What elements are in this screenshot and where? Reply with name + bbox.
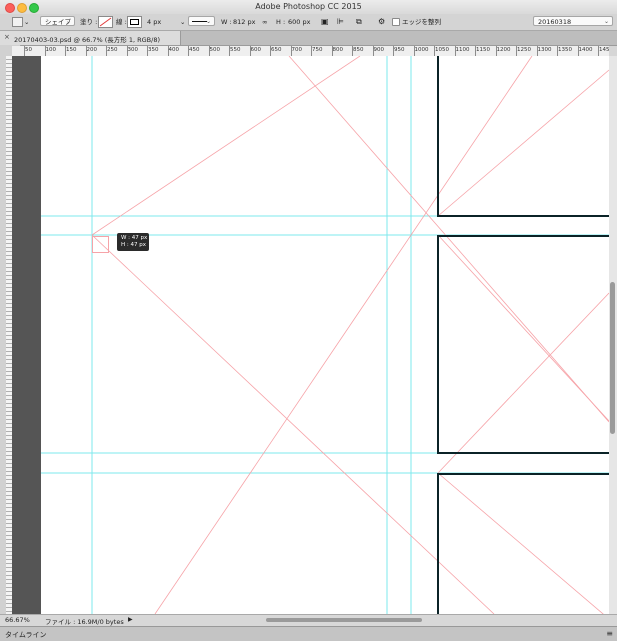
ruler-label: 1000 xyxy=(414,47,429,53)
ruler-label: 1100 xyxy=(455,47,470,53)
tool-preset-chevron-icon[interactable]: ⌄ xyxy=(24,17,29,27)
stroke-label: 線 : xyxy=(116,18,127,26)
preset-select[interactable]: 20160318 ⌄ xyxy=(533,16,613,26)
path-operations-icon[interactable]: ▣ xyxy=(321,17,329,27)
no-fill-icon xyxy=(99,17,112,27)
timeline-tab[interactable]: タイムライン xyxy=(5,630,47,640)
stroke-swatch[interactable] xyxy=(127,16,142,28)
title-bar: Adobe Photoshop CC 2015 xyxy=(0,0,617,15)
ruler-label: 950 xyxy=(394,47,405,53)
frame-rectangle[interactable] xyxy=(437,56,609,217)
horizontal-scroll-thumb[interactable] xyxy=(266,618,422,622)
ruler-label: 850 xyxy=(353,47,364,53)
path-alignment-icon[interactable]: ⊫ xyxy=(337,17,344,27)
ruler-label: 700 xyxy=(291,47,303,53)
diagonal-line xyxy=(437,234,609,422)
pasteboard xyxy=(12,56,41,614)
window-title: Adobe Photoshop CC 2015 xyxy=(255,2,362,11)
timeline-panel: タイムライン ≡ xyxy=(0,626,617,641)
fill-swatch[interactable] xyxy=(98,16,113,28)
ruler-label: 100 xyxy=(45,47,57,53)
ruler-label: 400 xyxy=(168,47,180,53)
width-label: W : xyxy=(221,18,232,26)
fill-label: 塗り : xyxy=(80,18,98,26)
frame-rectangle[interactable] xyxy=(437,235,609,454)
vertical-scrollbar[interactable] xyxy=(609,56,617,614)
align-edges-label: エッジを整列 xyxy=(402,18,441,26)
ruler-label: 800 xyxy=(332,47,344,53)
tooltip-height: H : 47 px xyxy=(121,242,146,248)
chevron-down-icon: ⌄ xyxy=(205,18,211,25)
artwork xyxy=(41,56,609,614)
ruler-label: 300 xyxy=(127,47,139,53)
chevron-down-icon: ⌄ xyxy=(603,18,609,25)
ruler-label: 350 xyxy=(148,47,159,53)
document-tab-bar: × 20170403-03.psd @ 66.7% (長方形 1, RGB/8) xyxy=(0,31,617,46)
ruler-label: 1050 xyxy=(435,47,449,53)
tooltip-width: W : 47 px xyxy=(121,235,148,241)
stroke-width-value[interactable]: 4 px xyxy=(147,17,161,27)
new-rectangle-shape[interactable] xyxy=(92,236,109,253)
ruler-label: 1250 xyxy=(517,47,531,53)
stroke-type-select[interactable]: ⌄ xyxy=(188,16,215,26)
diagonal-line xyxy=(154,56,533,614)
document-tab[interactable]: × 20170403-03.psd @ 66.7% (長方形 1, RGB/8) xyxy=(0,31,181,45)
close-tab-icon[interactable]: × xyxy=(4,33,10,41)
ruler-label: 250 xyxy=(107,47,118,53)
solid-line-icon xyxy=(192,21,207,22)
width-field[interactable]: 812 px xyxy=(233,17,255,27)
stroke-color-icon xyxy=(130,19,139,25)
mode-select[interactable]: シェイプ ⌄ xyxy=(40,16,75,26)
path-arrangement-icon[interactable]: ⧉ xyxy=(356,17,362,27)
ruler-label: 1300 xyxy=(537,47,552,53)
diagonal-line xyxy=(437,472,604,614)
height-field[interactable]: 600 px xyxy=(288,17,310,27)
chevron-down-icon: ⌄ xyxy=(65,18,71,25)
panel-menu-icon[interactable]: ≡ xyxy=(606,629,613,638)
ruler-label: 650 xyxy=(271,47,282,53)
frames xyxy=(437,56,609,614)
diagonal-line xyxy=(91,234,495,614)
vertical-scroll-thumb[interactable] xyxy=(610,282,615,434)
ruler-label: 500 xyxy=(209,47,221,53)
link-icon[interactable]: ∞ xyxy=(262,17,267,27)
ruler-label: 1400 xyxy=(578,47,593,53)
ruler-label: 50 xyxy=(25,47,32,53)
diagonal-line xyxy=(437,69,609,217)
ruler-label: 550 xyxy=(230,47,241,53)
zoom-level[interactable]: 66.67% xyxy=(5,616,30,624)
status-menu-arrow-icon[interactable]: ▶ xyxy=(128,616,133,623)
height-label: H : xyxy=(276,18,286,26)
ruler-label: 150 xyxy=(66,47,77,53)
diagonal-line xyxy=(437,292,609,474)
guides xyxy=(41,56,609,614)
status-bar: 66.67% ファイル : 16.9M/0 bytes ▶ xyxy=(0,614,617,626)
diagonal-lines xyxy=(91,56,609,614)
gear-icon[interactable]: ⚙ xyxy=(378,17,385,27)
diagonal-line xyxy=(91,56,361,236)
document-info[interactable]: ファイル : 16.9M/0 bytes xyxy=(45,616,124,626)
ruler-label: 200 xyxy=(86,47,98,53)
document-canvas[interactable] xyxy=(41,56,609,614)
tool-preset-picker[interactable] xyxy=(12,17,23,27)
ruler-label: 600 xyxy=(250,47,262,53)
ruler-label: 750 xyxy=(312,47,323,53)
align-edges-checkbox[interactable] xyxy=(392,18,400,26)
document-tab-label: 20170403-03.psd @ 66.7% (長方形 1, RGB/8) xyxy=(14,36,160,44)
ruler-label: 1150 xyxy=(476,47,490,53)
preset-select-label: 20160318 xyxy=(538,18,572,26)
ruler-label: 900 xyxy=(373,47,385,53)
ruler-label: 1350 xyxy=(558,47,572,53)
ruler-label: 1450 xyxy=(599,47,609,53)
stroke-width-chevron-icon[interactable]: ⌄ xyxy=(180,17,185,27)
ruler-label: 450 xyxy=(189,47,200,53)
options-bar: ⌄ シェイプ ⌄ 塗り : 線 : 4 px ⌄ ⌄ W : 812 px ∞ H… xyxy=(0,14,617,31)
size-tooltip: W : 47 px H : 47 px xyxy=(117,233,149,251)
ruler-label: 1200 xyxy=(496,47,511,53)
